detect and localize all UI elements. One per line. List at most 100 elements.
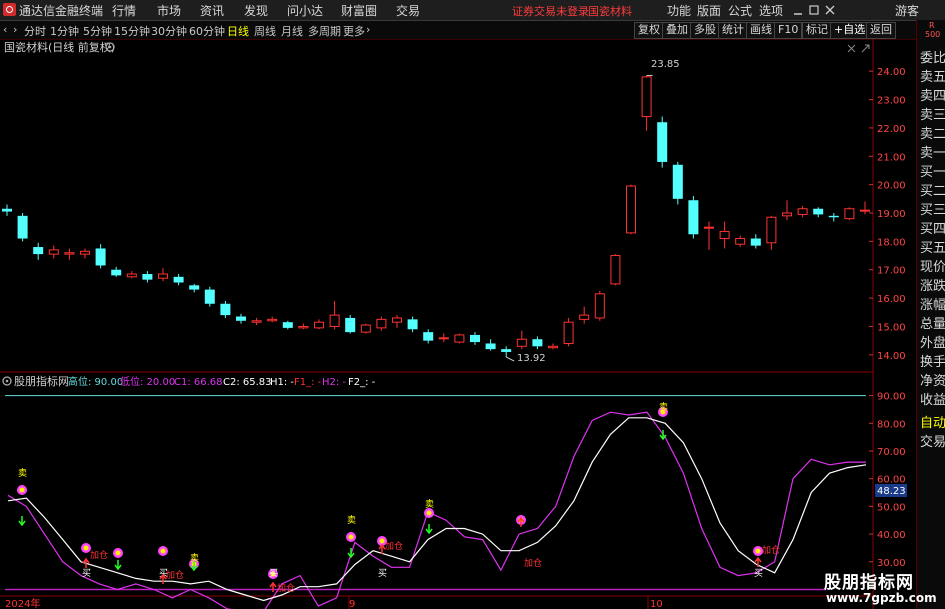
candle-body [80, 250, 90, 255]
login-notice[interactable]: 证券交易未登录 [512, 3, 589, 19]
menu-item-news[interactable]: 资讯 [200, 2, 224, 19]
maximize-icon[interactable] [808, 4, 820, 16]
candle-body [236, 316, 246, 321]
close-icon[interactable] [824, 4, 836, 16]
price-tick-label: 17.00 [877, 266, 906, 277]
signal-flower-marker [158, 546, 168, 556]
add-watchlist-button[interactable]: +自选 [830, 22, 870, 39]
signal-flower-marker [346, 532, 356, 542]
period-tab-30min[interactable]: 30分钟 [151, 23, 187, 39]
f10-button[interactable]: F10 [774, 22, 803, 39]
indicator-f2-label: F2_: - [348, 377, 376, 388]
candlestick-series [2, 74, 870, 362]
candle-body [95, 248, 106, 266]
side-item-sell3: 卖三 [920, 108, 945, 123]
minimize-icon[interactable] [792, 4, 804, 16]
menu-item-market[interactable]: 市场 [157, 2, 181, 19]
chart-expand-icon[interactable] [861, 44, 870, 53]
indicator-tick-label: 50.00 [877, 502, 906, 513]
candle-body [48, 249, 59, 255]
side-item-weibi[interactable]: 委比 [920, 47, 945, 66]
x-axis-month-10: 10 [650, 599, 663, 609]
period-tab-60min[interactable]: 60分钟 [189, 23, 225, 39]
candle-body [750, 238, 761, 246]
indicator-tick-label: 70.00 [877, 447, 906, 458]
side-item-outer: 外盘 [920, 336, 945, 351]
candle-body [594, 293, 605, 319]
x-axis-year-label: 2024年 [5, 597, 40, 609]
side-trade-button[interactable]: 交易 [920, 431, 945, 450]
back-button[interactable]: 返回 [866, 22, 896, 39]
nav-right-icon[interactable]: › [13, 23, 17, 36]
indicator-tick-label: 90.00 [877, 392, 906, 403]
candle-body [298, 325, 309, 329]
indicator-h2-label: H2: - [322, 377, 346, 388]
indicator-gear-icon[interactable] [2, 376, 12, 386]
add-position-label: 加仓 [90, 549, 108, 561]
menu-item-discover[interactable]: 发现 [244, 2, 268, 19]
add-position-label: 加仓 [166, 569, 184, 581]
nav-left-icon[interactable]: ‹ [3, 23, 7, 36]
more-chevron-icon[interactable]: › [366, 23, 370, 36]
menu-options[interactable]: 选项 [759, 2, 783, 19]
candle-body [579, 314, 590, 320]
menu-item-ask[interactable]: 问小达 [287, 2, 323, 19]
overlay-button[interactable]: 叠加 [662, 22, 692, 39]
period-tab-weekly[interactable]: 周线 [254, 23, 276, 39]
adjust-button[interactable]: 复权 [634, 22, 664, 39]
low-marker [505, 356, 515, 362]
quote-side-panel: R 500 委比 卖五 卖四 卖三 卖二 卖一 买一 买二 买三 买四 买五 现… [916, 20, 945, 609]
candle-body [158, 273, 168, 279]
menu-item-quotes[interactable]: 行情 [112, 2, 136, 19]
multi-stock-button[interactable]: 多股 [690, 22, 720, 39]
period-tab-monthly[interactable]: 月线 [281, 23, 303, 39]
side-item-price: 现价 [920, 260, 945, 275]
add-position-label: 加仓 [277, 582, 295, 594]
side-auto-button[interactable]: 自动 [920, 412, 945, 431]
mark-button[interactable]: 标记 [802, 22, 832, 39]
price-tick-label: 24.00 [877, 67, 906, 78]
menu-item-trade[interactable]: 交易 [396, 2, 420, 19]
period-tab-1min[interactable]: 1分钟 [50, 23, 79, 39]
signal-flower-center [83, 545, 89, 551]
menu-item-wealth[interactable]: 财富圈 [341, 2, 377, 19]
buy-label: 买 [82, 568, 91, 579]
period-tab-multi[interactable]: 多周期 [308, 23, 341, 39]
menu-function[interactable]: 功能 [667, 2, 691, 19]
chart-close-icon[interactable] [847, 44, 856, 53]
period-tab-daily[interactable]: 日线 [227, 23, 249, 39]
period-tab-5min[interactable]: 5分钟 [83, 23, 112, 39]
chart-area[interactable]: 卖卖卖卖卖买买买买买加仓加仓加仓加仓加仓加仓 14.0015.0016.0017… [0, 39, 915, 609]
period-tab-15min[interactable]: 15分钟 [114, 23, 150, 39]
candle-body [251, 320, 262, 323]
candle-body [454, 334, 465, 343]
candle-body [329, 314, 340, 327]
draw-button[interactable]: 画线 [746, 22, 776, 39]
menu-layout[interactable]: 版面 [697, 2, 721, 19]
signal-markers: 卖卖卖卖卖买买买买买加仓加仓加仓加仓加仓加仓 [17, 402, 780, 594]
signal-flower-marker [17, 485, 27, 495]
candle-body [532, 339, 543, 347]
side-item-buy1: 买一 [920, 165, 945, 180]
price-tick-label: 20.00 [877, 181, 906, 192]
side-item-buy4: 买四 [920, 222, 945, 237]
side-item-earnings: 收益 [920, 393, 945, 408]
signal-flower-center [19, 487, 25, 493]
price-tick-label: 22.00 [877, 124, 906, 135]
candle-body [173, 276, 184, 283]
side-item-change-pct: 涨幅 [920, 298, 945, 313]
period-tab-intraday[interactable]: 分时 [24, 23, 46, 39]
period-tab-more[interactable]: 更多 [343, 23, 365, 39]
candle-body [719, 230, 730, 240]
price-tick-label: 18.00 [877, 237, 906, 248]
candle-body [267, 318, 278, 322]
stats-button[interactable]: 统计 [718, 22, 748, 39]
indicator-name: 股朋指标网 [14, 374, 69, 388]
price-tick-label: 19.00 [877, 209, 906, 220]
guest-button[interactable]: 游客 [895, 2, 919, 19]
menu-formula[interactable]: 公式 [728, 2, 752, 19]
side-item-buy3: 买三 [920, 203, 945, 218]
add-position-label: 加仓 [524, 557, 542, 569]
candle-body [282, 322, 293, 328]
period-toolbar: ‹ › 分时 1分钟 5分钟 15分钟 30分钟 60分钟 日线 周线 月线 多… [0, 21, 945, 40]
